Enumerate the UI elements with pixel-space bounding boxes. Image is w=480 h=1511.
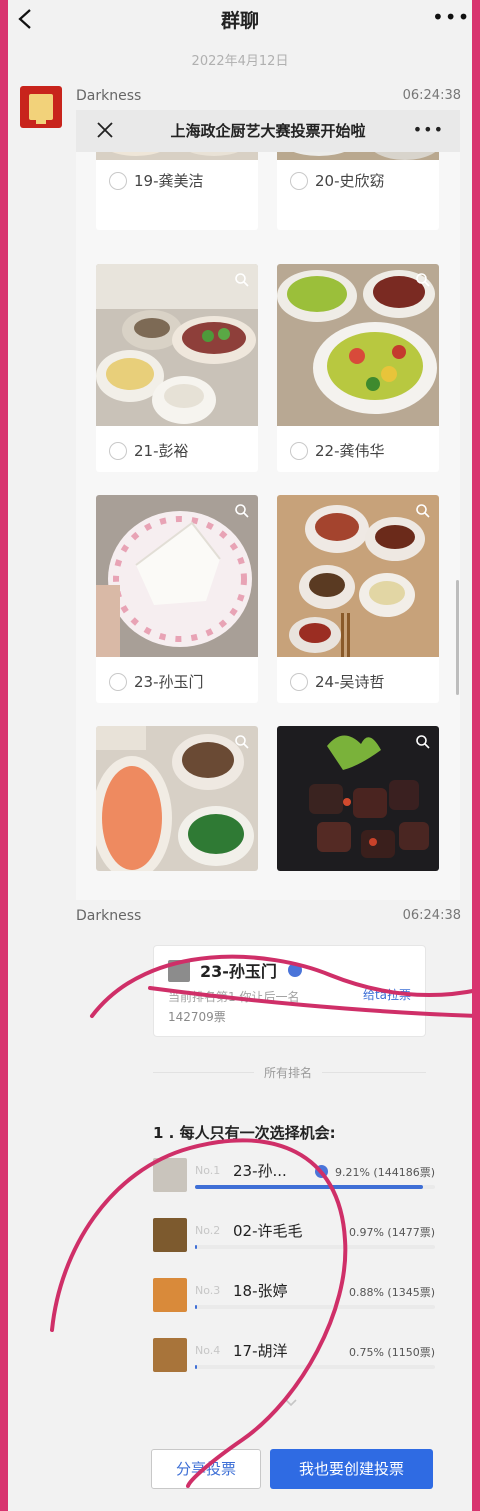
radio-button[interactable]	[290, 673, 308, 691]
zoom-icon[interactable]	[415, 734, 431, 750]
share-vote-button[interactable]: 分享投票	[151, 1449, 261, 1489]
candidate-photo	[277, 495, 439, 657]
radio-button[interactable]	[109, 172, 127, 190]
close-icon[interactable]	[96, 121, 114, 139]
zoom-icon[interactable]	[415, 272, 431, 288]
radio-button[interactable]	[109, 673, 127, 691]
mini-program-card[interactable]: 上海政企厨艺大赛投票开始啦 ••• 19-龚美洁 20-史欣窈 21-彭裕 22…	[76, 110, 460, 900]
ranking-row[interactable]: No.3 18-张婷 0.88% (1345票)	[153, 1278, 443, 1320]
voted-check-icon	[315, 1165, 328, 1178]
candidate-card[interactable]: 24-吴诗哲	[277, 495, 439, 703]
create-vote-button[interactable]: 我也要创建投票	[270, 1449, 433, 1489]
zoom-icon[interactable]	[234, 503, 250, 519]
avatar[interactable]	[20, 86, 62, 128]
radio-button[interactable]	[109, 442, 127, 460]
all-rankings-label: 所有排名	[254, 1064, 323, 1081]
vote-progress-track	[195, 1305, 435, 1309]
mini-program-title: 上海政企厨艺大赛投票开始啦	[170, 122, 366, 140]
vote-progress-fill	[195, 1365, 197, 1369]
candidate-thumbnail	[153, 1158, 187, 1192]
candidate-name: 23-孙...	[233, 1162, 287, 1180]
verified-check-icon	[288, 963, 302, 977]
page-title: 群聊	[220, 10, 259, 32]
date-separator: 2022年4月12日	[191, 54, 289, 69]
candidate-card[interactable]	[277, 726, 439, 871]
candidate-thumbnail	[153, 1278, 187, 1312]
candidate-card[interactable]: 22-龚伟华	[277, 264, 439, 472]
vote-percentage: 9.21% (144186票)	[334, 1166, 435, 1179]
vote-percentage: 0.88% (1345票)	[348, 1286, 435, 1299]
ranking-row[interactable]: No.4 17-胡洋 0.75% (1150票)	[153, 1338, 443, 1380]
candidate-name: 18-张婷	[233, 1282, 288, 1300]
candidate-photo	[277, 264, 439, 426]
candidate-photo	[96, 264, 258, 426]
vote-percentage: 0.75% (1150票)	[348, 1346, 435, 1359]
zoom-icon[interactable]	[415, 503, 431, 519]
candidate-label: 21-彭裕	[134, 442, 189, 460]
phone-screen: 群聊 ••• 2022年4月12日 Darkness 06:24:38 上海政企…	[8, 0, 472, 1511]
voted-candidate-name: 23-孙玉门	[200, 962, 277, 981]
vote-progress-fill	[195, 1185, 423, 1189]
candidate-photo	[277, 726, 439, 871]
canvass-link[interactable]: 给ta拉票	[363, 986, 411, 1003]
mini-program-header: 上海政企厨艺大赛投票开始啦 •••	[76, 110, 460, 152]
candidate-thumbnail	[168, 960, 190, 982]
vote-progress-fill	[195, 1245, 197, 1249]
vote-progress-fill	[195, 1305, 197, 1309]
candidate-photo	[96, 726, 258, 871]
vote-progress-track	[195, 1365, 435, 1369]
vote-percentage: 0.97% (1477票)	[348, 1226, 435, 1239]
candidate-label: 22-龚伟华	[315, 442, 385, 460]
candidate-thumbnail	[153, 1218, 187, 1252]
candidate-card[interactable]: 23-孙玉门	[96, 495, 258, 703]
vote-progress-track	[195, 1185, 435, 1189]
zoom-icon[interactable]	[234, 734, 250, 750]
rank-number: No.1	[195, 1164, 221, 1177]
message-time: 06:24:38	[402, 908, 461, 923]
vote-count: 142709票	[168, 1010, 226, 1024]
candidate-name: 17-胡洋	[233, 1342, 288, 1360]
my-vote-card[interactable]: 23-孙玉门 当前排名第1 你让后一名 给ta拉票 142709票	[153, 945, 426, 1037]
sender-name: Darkness	[76, 88, 142, 104]
candidate-label: 20-史欣窈	[315, 172, 385, 190]
radio-button[interactable]	[290, 172, 308, 190]
candidate-name: 02-许毛毛	[233, 1222, 303, 1240]
top-navigation-bar: 群聊 •••	[8, 0, 472, 38]
current-rank-text: 当前排名第1 你让后一名	[168, 990, 300, 1004]
message-time: 06:24:38	[402, 88, 461, 103]
avatar-emblem-base	[36, 118, 46, 124]
candidate-card[interactable]: 21-彭裕	[96, 264, 258, 472]
candidate-card[interactable]	[96, 726, 258, 871]
rank-number: No.4	[195, 1344, 221, 1357]
more-options-icon[interactable]: •••	[413, 120, 444, 139]
radio-button[interactable]	[290, 442, 308, 460]
poll-question: 1 . 每人只有一次选择机会:	[153, 1124, 336, 1142]
chevron-down-icon[interactable]	[284, 1398, 298, 1408]
avatar-emblem	[29, 94, 53, 120]
ranking-row[interactable]: No.1 23-孙... 9.21% (144186票)	[153, 1158, 443, 1200]
rank-number: No.3	[195, 1284, 221, 1297]
ranking-row[interactable]: No.2 02-许毛毛 0.97% (1477票)	[153, 1218, 443, 1260]
candidate-label: 23-孙玉门	[134, 673, 204, 691]
candidate-label: 19-龚美洁	[134, 172, 204, 190]
candidate-label: 24-吴诗哲	[315, 673, 385, 691]
sender-name: Darkness	[76, 908, 142, 924]
more-options-icon[interactable]: •••	[432, 7, 469, 27]
candidate-photo	[96, 495, 258, 657]
zoom-icon[interactable]	[234, 272, 250, 288]
candidate-thumbnail	[153, 1338, 187, 1372]
vote-progress-track	[195, 1245, 435, 1249]
scrollbar[interactable]	[456, 580, 459, 695]
rank-number: No.2	[195, 1224, 221, 1237]
